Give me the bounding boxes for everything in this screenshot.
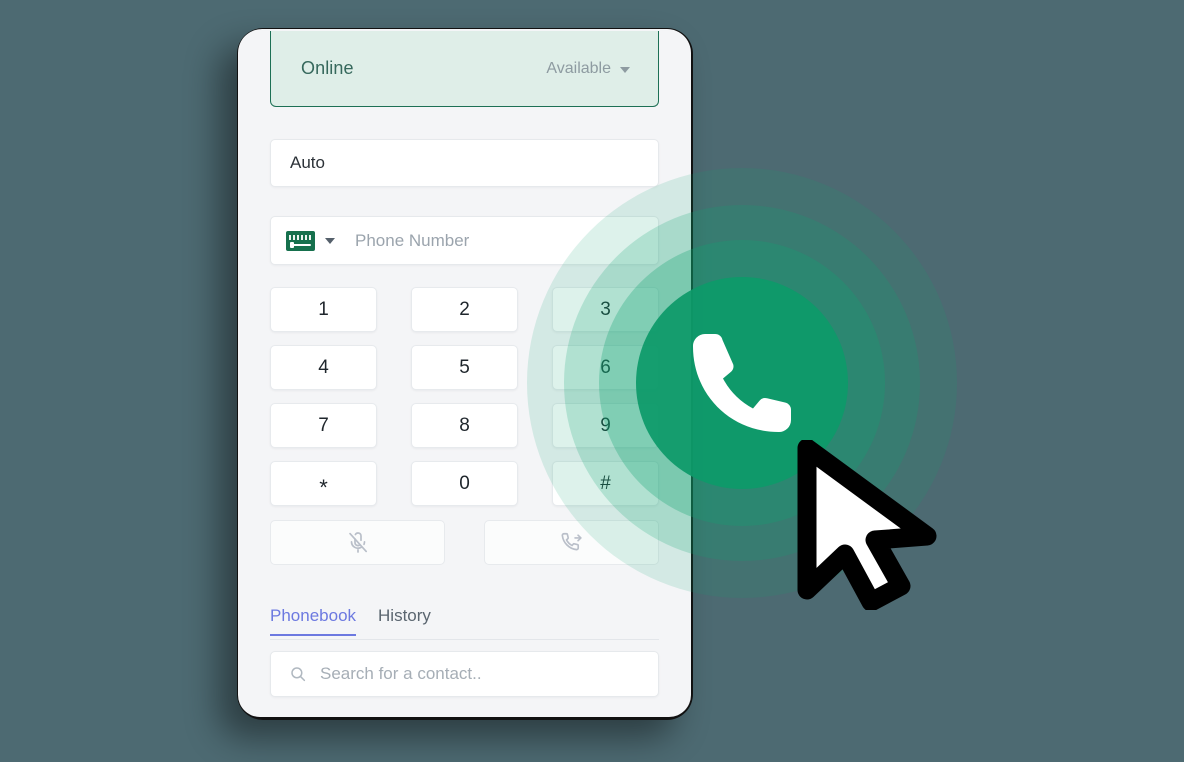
key-hash[interactable]: #	[552, 461, 659, 506]
key-7[interactable]: 7	[270, 403, 377, 448]
mute-button[interactable]	[270, 520, 445, 565]
status-bar: Online Available	[270, 31, 659, 107]
availability-label: Available	[546, 59, 611, 77]
presence-label: Online	[301, 58, 354, 78]
key-1[interactable]: 1	[270, 287, 377, 332]
key-0[interactable]: 0	[411, 461, 518, 506]
flag-saudi-arabia-icon[interactable]	[286, 230, 315, 251]
phone-number-placeholder: Phone Number	[355, 230, 470, 250]
app-screen: Online Available Auto Phone Number 123 45…	[238, 29, 691, 717]
contact-search-field[interactable]: Search for a contact..	[270, 651, 659, 697]
key-star[interactable]: *	[270, 461, 377, 506]
line-select[interactable]: Auto	[270, 139, 659, 187]
key-5[interactable]: 5	[411, 345, 518, 390]
mouse-pointer-icon	[797, 440, 937, 610]
phone-number-field[interactable]: Phone Number	[270, 216, 659, 265]
line-select-value: Auto	[290, 153, 325, 172]
chevron-down-icon[interactable]	[325, 237, 335, 244]
search-icon	[291, 667, 306, 682]
availability-dropdown[interactable]: Available	[546, 60, 630, 78]
tab-phonebook[interactable]: Phonebook	[270, 606, 357, 636]
key-8[interactable]: 8	[411, 403, 518, 448]
phone-handset-icon	[692, 333, 792, 433]
key-4[interactable]: 4	[270, 345, 377, 390]
chevron-down-icon	[620, 67, 630, 73]
dialpad: 1 2 3 4 5 6 7 8 9 * 0 #	[270, 287, 659, 506]
microphone-off-icon	[348, 531, 367, 553]
contact-search-placeholder: Search for a contact..	[320, 664, 482, 683]
key-3[interactable]: 3	[552, 287, 659, 332]
call-transfer-icon	[561, 532, 582, 551]
call-actions	[270, 520, 659, 565]
contacts-tabs: Phonebook History	[270, 606, 659, 640]
key-2[interactable]: 2	[411, 287, 518, 332]
key-6[interactable]: 6	[552, 345, 659, 390]
tab-history[interactable]: History	[378, 606, 431, 635]
key-9[interactable]: 9	[552, 403, 659, 448]
transfer-call-button[interactable]	[484, 520, 659, 565]
